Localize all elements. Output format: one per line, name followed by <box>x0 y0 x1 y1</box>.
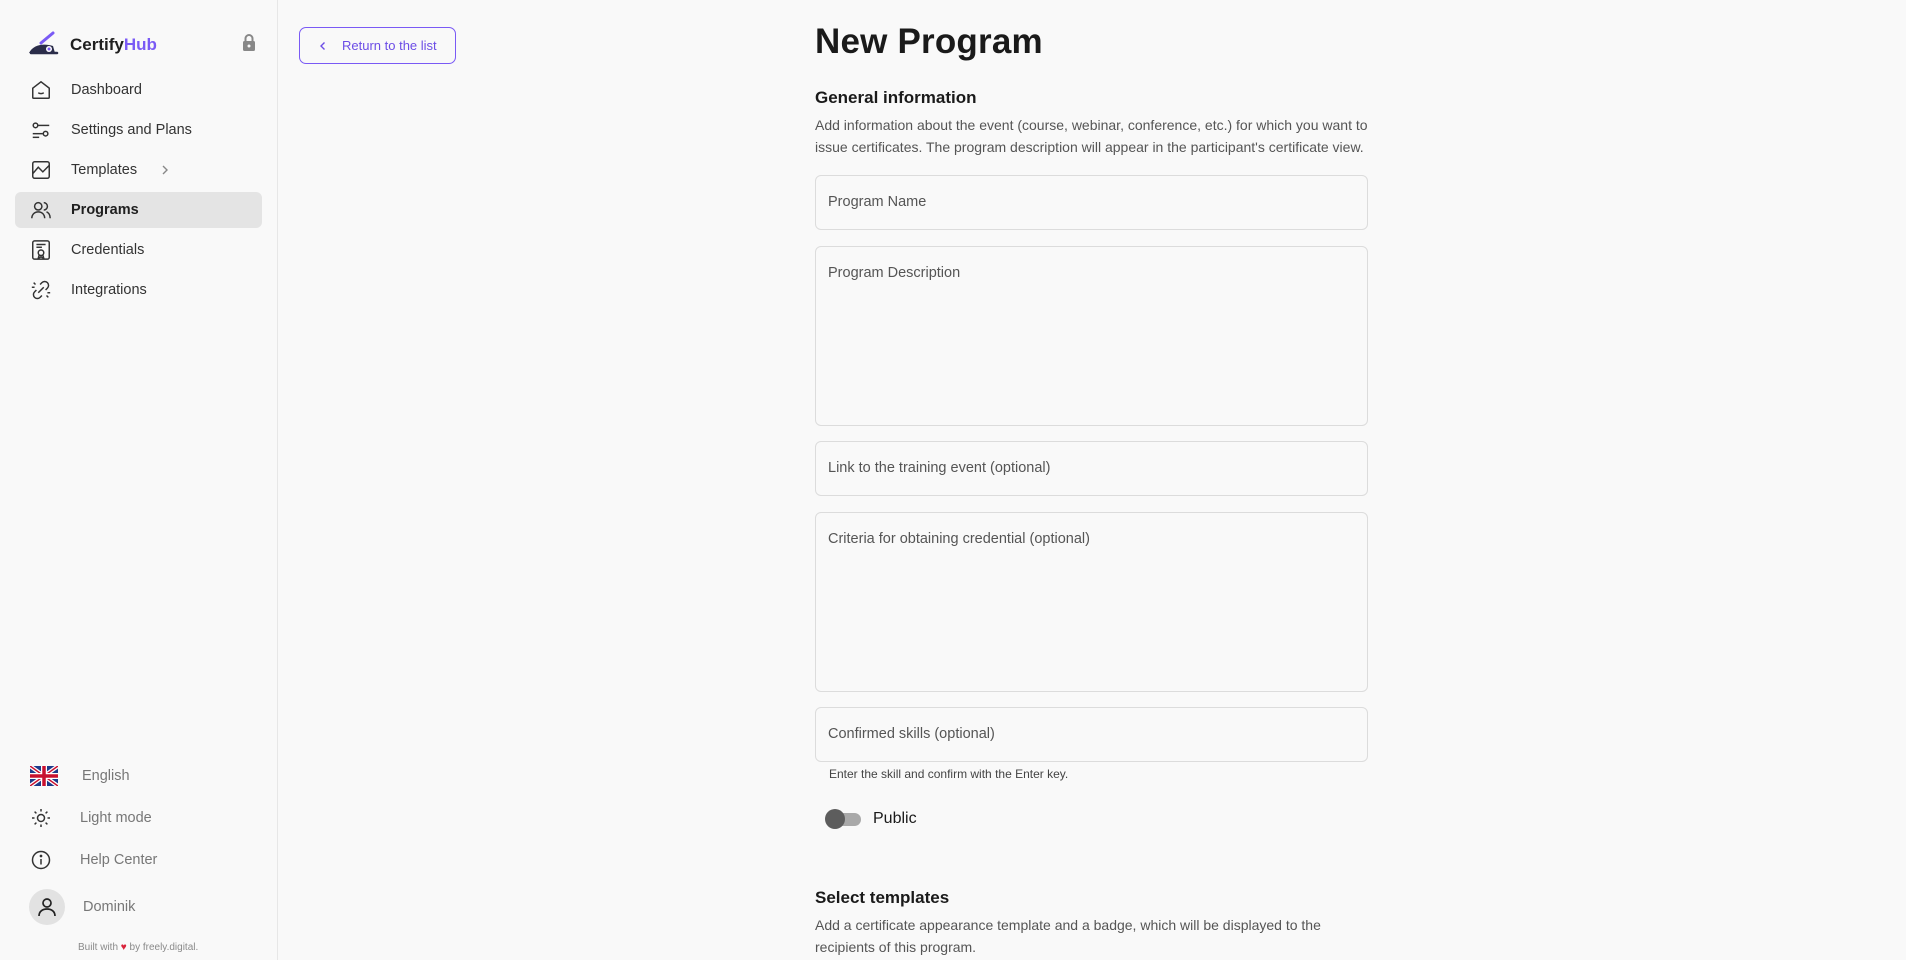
sidebar: CertifyHub Dashboard Settings and Plans … <box>0 0 278 960</box>
program-description-textarea[interactable]: Program Description <box>815 246 1368 426</box>
return-to-list-label: Return to the list <box>342 38 437 53</box>
user-profile[interactable]: Dominik <box>29 881 260 933</box>
sidebar-nav: Dashboard Settings and Plans Templates P… <box>15 72 262 312</box>
users-icon <box>31 201 51 219</box>
sidebar-item-label: Programs <box>71 202 139 218</box>
training-link-input[interactable]: Link to the training event (optional) <box>815 441 1368 496</box>
uk-flag-icon <box>30 766 58 786</box>
lock-icon[interactable] <box>240 33 258 53</box>
avatar <box>29 889 65 925</box>
language-label: English <box>82 768 130 784</box>
skills-placeholder: Confirmed skills (optional) <box>828 726 995 742</box>
general-info-description: Add information about the event (course,… <box>815 117 1368 155</box>
general-info-title: General information <box>815 88 977 107</box>
select-templates-title: Select templates <box>815 888 950 907</box>
public-label: Public <box>873 810 917 827</box>
program-name-placeholder: Program Name <box>828 194 927 210</box>
user-icon <box>38 898 56 917</box>
training-link-placeholder: Link to the training event (optional) <box>828 460 1051 476</box>
footer-credit: Built with ♥ by freely.digital. <box>78 942 199 953</box>
sidebar-item-credentials[interactable]: Credentials <box>15 232 262 268</box>
user-name: Dominik <box>83 899 136 915</box>
switch-knob <box>825 809 845 829</box>
page-title: New Program <box>815 22 1043 61</box>
criteria-placeholder: Criteria for obtaining credential (optio… <box>828 531 1090 547</box>
language-selector[interactable]: English <box>30 755 260 797</box>
sidebar-item-label: Dashboard <box>71 82 142 98</box>
select-templates-description: Add a certificate appearance template an… <box>815 917 1321 955</box>
chevron-right-icon[interactable] <box>159 164 171 176</box>
help-center-link[interactable]: Help Center <box>30 839 260 881</box>
public-toggle[interactable]: Public <box>825 808 917 830</box>
criteria-textarea[interactable]: Criteria for obtaining credential (optio… <box>815 512 1368 692</box>
chart-line-icon <box>32 161 50 179</box>
sidebar-item-integrations[interactable]: Integrations <box>15 272 262 308</box>
home-icon <box>32 80 50 99</box>
sliders-icon <box>32 122 50 139</box>
skills-hint: Enter the skill and confirm with the Ent… <box>829 767 1069 781</box>
certificate-icon <box>32 240 50 260</box>
brand-logo-icon <box>29 31 59 55</box>
sidebar-item-label: Credentials <box>71 242 145 258</box>
sidebar-item-settings-and-plans[interactable]: Settings and Plans <box>15 112 262 148</box>
brand-logo-link[interactable]: CertifyHub <box>27 30 157 60</box>
sun-icon <box>32 809 50 827</box>
brand-name: CertifyHub <box>70 35 157 54</box>
sidebar-item-templates[interactable]: Templates <box>15 152 262 188</box>
program-name-input[interactable]: Program Name <box>815 175 1368 230</box>
sidebar-item-dashboard[interactable]: Dashboard <box>15 72 262 108</box>
chevron-left-icon <box>320 41 325 50</box>
sidebar-item-label: Settings and Plans <box>71 122 192 138</box>
sidebar-item-label: Templates <box>71 162 138 178</box>
public-switch[interactable] <box>825 808 863 830</box>
sidebar-item-label: Integrations <box>71 282 147 298</box>
theme-toggle[interactable]: Light mode <box>30 797 260 839</box>
theme-label: Light mode <box>80 810 152 826</box>
return-to-list-button[interactable]: Return to the list <box>299 27 456 64</box>
heart-icon: ♥ <box>120 942 127 953</box>
sidebar-bottom: English Light mode Help Center Dominik <box>29 755 260 933</box>
program-description-placeholder: Program Description <box>828 265 961 281</box>
sidebar-item-programs[interactable]: Programs <box>15 192 262 228</box>
help-label: Help Center <box>80 852 158 868</box>
skills-input[interactable]: Confirmed skills (optional) <box>815 707 1368 762</box>
broken-link-icon <box>31 280 51 300</box>
info-icon <box>31 850 51 870</box>
